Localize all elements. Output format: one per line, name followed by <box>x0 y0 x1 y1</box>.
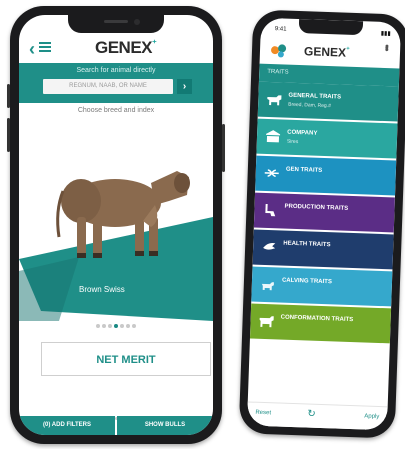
bottom-bar: (0) ADD FILTERS SHOW BULLS <box>19 416 213 435</box>
phone-button <box>7 118 10 152</box>
refresh-icon[interactable]: ↻ <box>307 409 316 420</box>
brand-logo: GENEX⁺ <box>95 38 157 58</box>
app-logo-icon[interactable] <box>270 42 289 59</box>
carousel-dot[interactable] <box>126 324 130 328</box>
calf-icon <box>260 277 276 292</box>
traits-tab-label: TRAITS <box>267 68 289 76</box>
carousel-dot[interactable] <box>114 324 118 328</box>
bottom-bar: Reset ↻ Apply <box>246 401 388 431</box>
trait-name: PRODUCTION TRAITS <box>284 203 349 212</box>
phone-right: 9:41 ▮▮▮ GENEX⁺ ••• TRAITS GENERAL TRAIT… <box>238 9 405 439</box>
notch <box>298 19 364 36</box>
cow-side-icon <box>258 314 274 329</box>
notch <box>68 15 164 33</box>
battery-icon: ▮▮▮ <box>380 30 391 38</box>
trait-name: HEALTH TRAITS <box>283 240 331 249</box>
carousel-dot[interactable] <box>108 324 112 328</box>
trait-name: GEN TRAITS <box>285 166 323 174</box>
search-label: Search for animal directly <box>76 67 156 74</box>
phone-button <box>222 124 225 172</box>
app-header: ‹ GENEX⁺ <box>19 33 213 67</box>
cow-icon <box>266 92 282 107</box>
screen: ‹ GENEX⁺ Search for animal directly REGN… <box>19 15 213 435</box>
carousel-dot[interactable] <box>132 324 136 328</box>
trait-list: GENERAL TRAITS Breed, Dam, Reg.# COMPANY Si… <box>249 81 399 346</box>
phone-button <box>7 84 10 108</box>
trait-row[interactable]: HEALTH TRAITS <box>252 229 394 270</box>
brand-mark-icon: ⁺ <box>152 38 157 48</box>
trait-name: COMPANY <box>287 129 318 137</box>
net-merit-button[interactable]: NET MERIT <box>41 342 211 376</box>
trait-row[interactable]: GEN TRAITS <box>255 155 397 196</box>
carousel-dot[interactable] <box>120 324 124 328</box>
carousel-dot[interactable] <box>102 324 106 328</box>
search-input[interactable]: REGNUM, NAAB, OR NAME <box>43 79 173 94</box>
breed-carousel[interactable]: Brown Swiss <box>19 121 213 321</box>
trait-row[interactable]: CALVING TRAITS <box>251 266 393 307</box>
phone-left: ‹ GENEX⁺ Search for animal directly REGN… <box>7 6 225 444</box>
brand-text: GENEX <box>303 44 347 60</box>
screen: 9:41 ▮▮▮ GENEX⁺ ••• TRAITS GENERAL TRAIT… <box>246 17 402 431</box>
carousel-dots <box>19 315 213 333</box>
trait-row[interactable]: COMPANY Sires <box>256 118 398 159</box>
search-bar: Search for animal directly REGNUM, NAAB,… <box>19 63 213 103</box>
apply-button[interactable]: Apply <box>364 414 379 421</box>
trait-row[interactable]: GENERAL TRAITS Breed, Dam, Reg.# <box>257 81 399 122</box>
trait-row[interactable]: PRODUCTION TRAITS <box>253 192 395 233</box>
brand-logo: GENEX⁺ <box>304 44 350 60</box>
brand-mark-icon: ⁺ <box>345 46 350 54</box>
choose-hint: Choose breed and index <box>77 107 155 114</box>
more-menu-icon[interactable]: ••• <box>380 44 392 50</box>
status-time: 9:41 <box>274 26 287 33</box>
breed-name: Brown Swiss <box>79 285 125 294</box>
back-chevron-icon[interactable]: ‹ <box>29 39 35 60</box>
add-filters-button[interactable]: (0) ADD FILTERS <box>19 416 115 435</box>
trait-name: CALVING TRAITS <box>281 277 332 286</box>
shield-icon <box>261 240 277 255</box>
carousel-dot[interactable] <box>96 324 100 328</box>
brand-text: GENEX <box>95 38 153 57</box>
trait-subtitle: Breed, Dam, Reg.# <box>288 101 332 110</box>
search-go-button[interactable]: › <box>177 79 192 94</box>
reset-button[interactable]: Reset <box>255 410 271 417</box>
trait-name: GENERAL TRAITS <box>288 92 342 101</box>
show-bulls-button[interactable]: SHOW BULLS <box>117 416 213 435</box>
arrow-right-icon: › <box>182 81 187 92</box>
building-icon <box>265 129 281 144</box>
milking-icon <box>262 203 278 218</box>
hamburger-menu-icon[interactable] <box>39 42 51 52</box>
trait-subtitle: Sires <box>286 138 299 146</box>
trait-row[interactable]: CONFORMATION TRAITS <box>249 303 392 344</box>
app-header: GENEX⁺ ••• <box>260 34 401 69</box>
dna-icon <box>264 166 280 181</box>
trait-name: CONFORMATION TRAITS <box>280 314 354 324</box>
